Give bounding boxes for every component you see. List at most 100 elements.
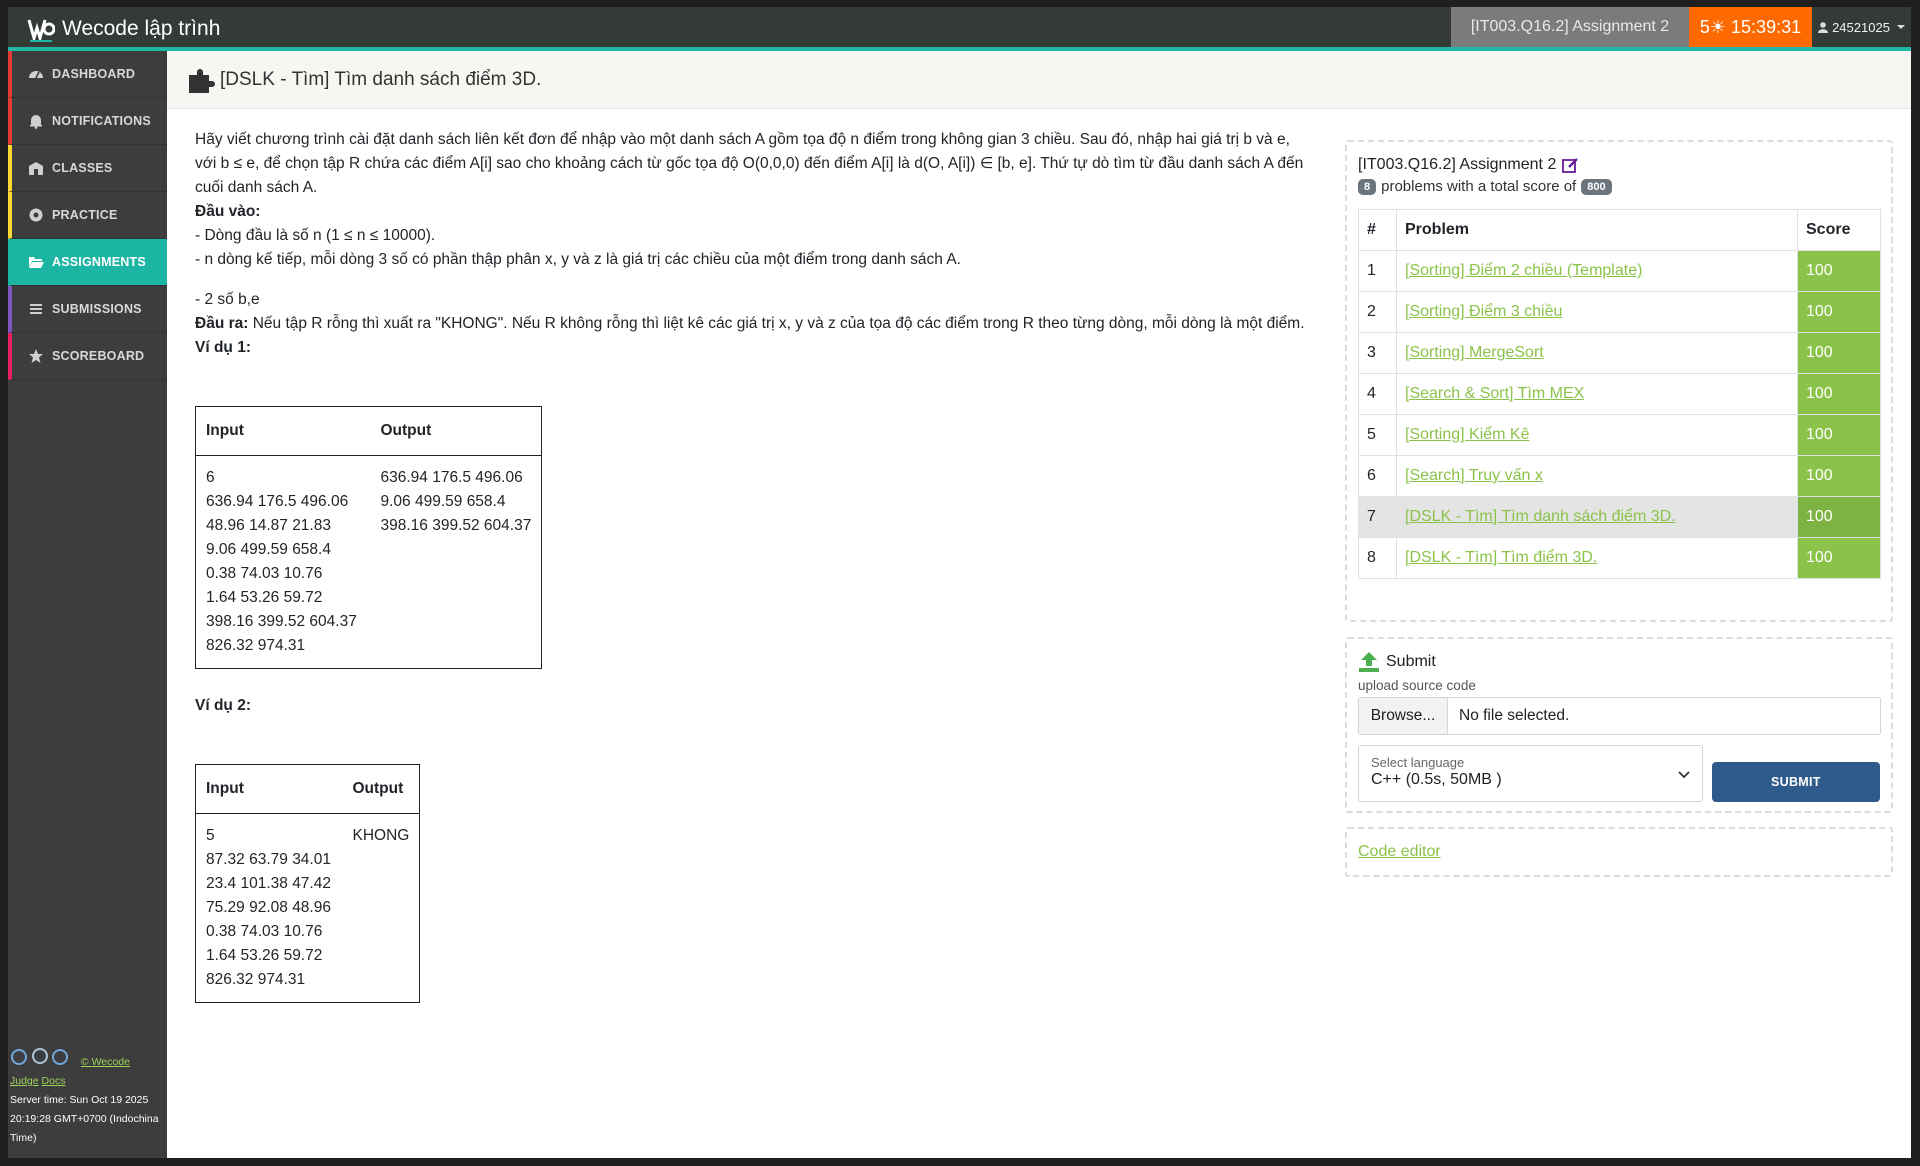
code-editor-panel: Code editor (1345, 827, 1893, 877)
user-icon (1818, 21, 1829, 33)
language-value: C++ (0.5s, 50MB ) (1371, 771, 1502, 788)
chevron-down-icon (1678, 771, 1690, 779)
problem-link[interactable]: [Sorting] Điểm 3 chiều (1405, 303, 1562, 320)
table-row-current: 7 [DSLK - Tìm] Tìm danh sách điểm 3D. 100 (1358, 496, 1881, 538)
language-select[interactable]: Select language C++ (0.5s, 50MB ) (1358, 745, 1703, 802)
problem-link[interactable]: [Sorting] MergeSort (1405, 344, 1544, 361)
example-2-heading: Ví dụ 2: (195, 697, 251, 714)
problem-link[interactable]: [Sorting] Kiểm Kê (1405, 426, 1530, 443)
input-line-3: - 2 số b,e (195, 291, 260, 308)
upload-label: upload source code (1358, 678, 1476, 693)
sidebar-item-submissions[interactable]: SUBMISSIONS (8, 286, 167, 333)
app-window: Wecode lập trình [IT003.Q16.2] Assignmen… (8, 7, 1911, 1158)
problem-link[interactable]: [Search] Truy vấn x (1405, 467, 1543, 484)
example-2-output: KHONG (352, 827, 410, 844)
sidebar-item-label: NOTIFICATIONS (52, 114, 151, 128)
problem-link[interactable]: [Search & Sort] Tìm MEX (1405, 385, 1584, 402)
row-score: 100 (1797, 537, 1881, 579)
file-status: No file selected. (1459, 707, 1570, 724)
submit-panel: Submit upload source code Browse... No f… (1345, 637, 1893, 813)
col-num: # (1358, 209, 1397, 251)
edit-icon[interactable] (1562, 157, 1579, 173)
table-row: 4 [Search & Sort] Tìm MEX 100 (1358, 373, 1881, 415)
user-id: 24521025 (1832, 19, 1890, 35)
problem-content: Hãy viết chương trình cài đặt danh sách … (195, 128, 1315, 1003)
school-icon (29, 162, 43, 175)
col-input: Input (195, 406, 371, 456)
sidebar-item-scoreboard[interactable]: SCOREBOARD (8, 333, 167, 380)
sidebar-item-label: SUBMISSIONS (52, 302, 142, 316)
col-problem: Problem (1396, 209, 1798, 251)
table-row: 2 [Sorting] Điểm 3 chiều 100 (1358, 291, 1881, 333)
submit-button[interactable]: SUBMIT (1711, 762, 1880, 802)
sidebar-item-label: PRACTICE (52, 208, 118, 222)
row-num: 7 (1358, 496, 1397, 538)
judge-link[interactable]: Judge (10, 1075, 39, 1087)
total-score-badge: 800 (1581, 178, 1612, 195)
browse-button[interactable]: Browse... (1359, 698, 1448, 734)
app-name: Wecode lập trình (62, 17, 221, 40)
row-num: 1 (1358, 250, 1397, 292)
problem-link[interactable]: [DSLK - Tìm] Tìm danh sách điểm 3D. (1405, 508, 1676, 525)
problem-statement: Hãy viết chương trình cài đặt danh sách … (195, 131, 1304, 196)
row-score: 100 (1797, 291, 1881, 333)
table-row: 1 [Sorting] Điểm 2 chiều (Template) 100 (1358, 250, 1881, 292)
example-2-input: 5 87.32 63.79 34.01 23.4 101.38 47.42 75… (206, 827, 331, 988)
sidebar-item-label: ASSIGNMENTS (52, 255, 146, 269)
wecode-footer-logo-icon (11, 1048, 68, 1065)
sidebar-item-assignments[interactable]: ASSIGNMENTS (8, 239, 167, 286)
table-row: 8 [DSLK - Tìm] Tìm điểm 3D. 100 (1358, 537, 1881, 579)
problem-link[interactable]: [DSLK - Tìm] Tìm điểm 3D. (1405, 549, 1597, 566)
col-input: Input (195, 764, 343, 814)
star-icon (29, 349, 43, 363)
row-num: 8 (1358, 537, 1397, 579)
sidebar-item-classes[interactable]: CLASSES (8, 145, 167, 192)
output-heading: Đầu ra: (195, 315, 249, 332)
top-navbar: Wecode lập trình [IT003.Q16.2] Assignmen… (8, 7, 1911, 51)
sidebar-item-label: CLASSES (52, 161, 113, 175)
assignment-title: [IT003.Q16.2] Assignment 2 (1358, 156, 1557, 173)
col-output: Output (370, 406, 542, 456)
bell-icon (30, 115, 42, 129)
row-score: 100 (1797, 414, 1881, 456)
example-2-table: Input Output 5 87.32 63.79 34.01 23.4 10… (195, 764, 421, 1003)
file-input[interactable]: Browse... No file selected. (1358, 697, 1881, 735)
current-assignment[interactable]: [IT003.Q16.2] Assignment 2 (1451, 7, 1689, 47)
row-score: 100 (1797, 496, 1881, 538)
docs-link[interactable]: Docs (42, 1075, 66, 1087)
wecode-credit-link[interactable]: © Wecode (81, 1056, 130, 1068)
row-num: 4 (1358, 373, 1397, 415)
sidebar-item-practice[interactable]: PRACTICE (8, 192, 167, 239)
row-score: 100 (1797, 250, 1881, 292)
input-heading: Đầu vào: (195, 203, 261, 220)
wecode-logo-icon (27, 16, 55, 42)
assignment-panel: [IT003.Q16.2] Assignment 2 8 problems wi… (1345, 140, 1893, 622)
list-icon (30, 304, 42, 314)
example-1-table: Input Output 6 636.94 176.5 496.06 48.96… (195, 406, 543, 669)
sidebar-item-dashboard[interactable]: DASHBOARD (8, 51, 167, 98)
sidebar-item-label: DASHBOARD (52, 67, 136, 81)
code-editor-link[interactable]: Code editor (1358, 843, 1441, 861)
sidebar-item-notifications[interactable]: NOTIFICATIONS (8, 98, 167, 145)
upload-icon (1359, 652, 1379, 672)
problem-count-badge: 8 (1358, 178, 1377, 195)
page-header: [DSLK - Tìm] Tìm danh sách điểm 3D. (167, 51, 1911, 109)
input-line-2: - n dòng kế tiếp, mỗi dòng 3 số có phần … (195, 251, 961, 268)
example-1-heading: Ví dụ 1: (195, 339, 251, 356)
col-output: Output (342, 764, 420, 814)
user-menu[interactable]: 24521025 (1812, 7, 1911, 47)
tools-icon (29, 208, 43, 222)
sidebar-item-label: SCOREBOARD (52, 349, 145, 363)
submit-title: Submit (1386, 653, 1436, 670)
page-title: [DSLK - Tìm] Tìm danh sách điểm 3D. (220, 68, 542, 90)
col-score: Score (1797, 209, 1881, 251)
folder-open-icon (29, 257, 44, 268)
sidebar-footer: © Wecode Judge Docs Server time: Sun Oct… (10, 1047, 170, 1148)
table-row: 5 [Sorting] Kiểm Kê 100 (1358, 414, 1881, 456)
problem-link[interactable]: [Sorting] Điểm 2 chiều (Template) (1405, 262, 1642, 279)
table-row: 3 [Sorting] MergeSort 100 (1358, 332, 1881, 374)
row-num: 5 (1358, 414, 1397, 456)
brand[interactable]: Wecode lập trình (27, 15, 220, 43)
input-line-1: - Dòng đầu là số n (1 ≤ n ≤ 10000). (195, 227, 436, 244)
summary-text: problems with a total score of (1381, 178, 1577, 195)
